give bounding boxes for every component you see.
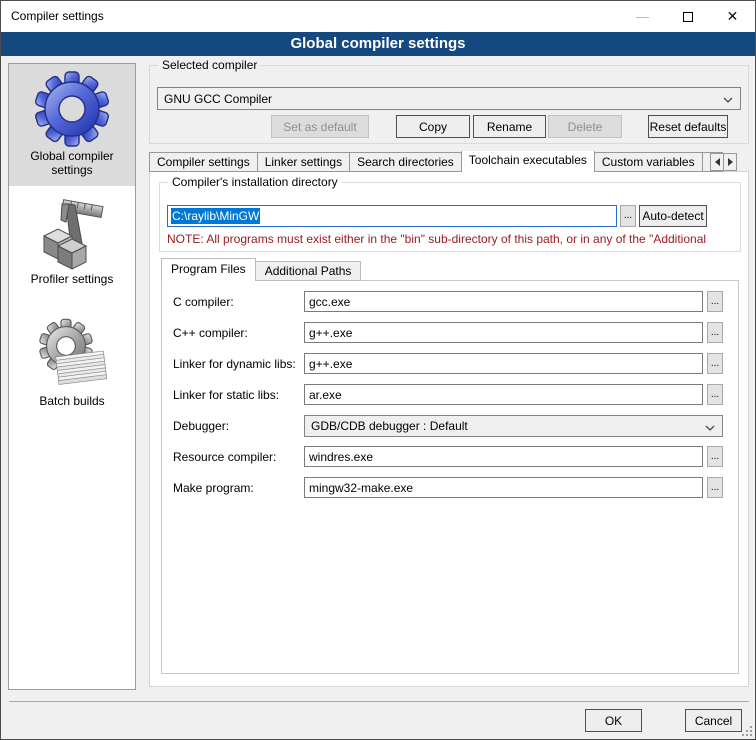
page-title: Global compiler settings [1, 32, 755, 56]
sidebar-item-label: Global compiler settings [22, 149, 122, 177]
selected-text: C:\raylib\MinGW [171, 208, 260, 224]
installation-directory-input[interactable]: C:\raylib\MinGW [167, 205, 617, 227]
maximize-icon[interactable] [665, 1, 710, 32]
resource-compiler-label: Resource compiler: [173, 450, 303, 464]
c-compiler-label: C compiler: [173, 295, 303, 309]
minimize-icon: — [620, 1, 665, 32]
delete-button[interactable]: Delete [548, 115, 622, 138]
cpp-compiler-input[interactable] [304, 322, 703, 343]
copy-button[interactable]: Copy [396, 115, 470, 138]
make-program-browse-button[interactable]: ... [707, 477, 723, 498]
gear-stack-icon [32, 314, 112, 394]
c-compiler-input[interactable] [304, 291, 703, 312]
titlebar[interactable]: Compiler settings — ✕ [1, 1, 755, 32]
sidebar-item-label: Profiler settings [9, 272, 135, 286]
auto-detect-button[interactable]: Auto-detect [639, 205, 707, 227]
sidebar-item-label: Batch builds [9, 394, 135, 408]
footer-divider [9, 701, 749, 702]
sidebar-item-global-compiler-settings[interactable]: Global compiler settings [9, 64, 135, 186]
tab-scroll-buttons [711, 153, 737, 171]
linker-static-browse-button[interactable]: ... [707, 384, 723, 405]
caliper-icon [32, 192, 112, 272]
make-program-label: Make program: [173, 481, 303, 495]
linker-dynamic-input[interactable] [304, 353, 703, 374]
reset-defaults-button[interactable]: Reset defaults [648, 115, 728, 138]
linker-dynamic-browse-button[interactable]: ... [707, 353, 723, 374]
browse-directory-button[interactable]: ... [620, 205, 636, 227]
tab-scroll-right-icon[interactable] [723, 153, 737, 171]
tab-additional-paths[interactable]: Additional Paths [255, 261, 362, 281]
debugger-select[interactable]: GDB/CDB debugger : Default [304, 415, 723, 437]
set-as-default-button[interactable]: Set as default [271, 115, 369, 138]
resource-compiler-input[interactable] [304, 446, 703, 467]
group-legend: Compiler's installation directory [168, 175, 342, 189]
program-tabstrip: Program Files Additional Paths [161, 259, 360, 281]
linker-dynamic-label: Linker for dynamic libs: [173, 357, 303, 371]
rename-button[interactable]: Rename [473, 115, 546, 138]
blue-gear-icon [32, 69, 112, 149]
c-compiler-browse-button[interactable]: ... [707, 291, 723, 312]
window-title: Compiler settings [11, 1, 104, 32]
compiler-settings-dialog: Compiler settings — ✕ Global compiler se… [0, 0, 756, 740]
close-icon[interactable]: ✕ [710, 1, 755, 32]
cancel-button[interactable]: Cancel [685, 709, 742, 732]
cpp-compiler-browse-button[interactable]: ... [707, 322, 723, 343]
tab-program-files[interactable]: Program Files [161, 258, 256, 281]
resize-grip-icon[interactable] [742, 726, 752, 736]
ok-button[interactable]: OK [585, 709, 642, 732]
settings-tabstrip: Compiler settings Linker settings Search… [149, 151, 723, 172]
linker-static-input[interactable] [304, 384, 703, 405]
cpp-compiler-label: C++ compiler: [173, 326, 303, 340]
tab-linker-settings[interactable]: Linker settings [257, 152, 350, 172]
chevron-down-icon [705, 425, 715, 431]
sidebar-item-profiler-settings[interactable]: Profiler settings [9, 186, 135, 286]
debugger-label: Debugger: [173, 419, 303, 433]
group-legend: Selected compiler [158, 58, 261, 72]
settings-category-list: Global compiler settings [8, 63, 136, 690]
make-program-input[interactable] [304, 477, 703, 498]
chevron-down-icon [723, 97, 733, 103]
compiler-select[interactable]: GNU GCC Compiler [157, 87, 741, 110]
tab-custom-variables[interactable]: Custom variables [594, 152, 703, 172]
debugger-select-value: GDB/CDB debugger : Default [311, 419, 468, 433]
sidebar-item-batch-builds[interactable]: Batch builds [9, 286, 135, 408]
linker-static-label: Linker for static libs: [173, 388, 303, 402]
note-text: NOTE: All programs must exist either in … [167, 232, 733, 246]
tab-compiler-settings[interactable]: Compiler settings [149, 152, 258, 172]
tab-toolchain-executables[interactable]: Toolchain executables [461, 151, 595, 172]
resource-compiler-browse-button[interactable]: ... [707, 446, 723, 467]
tab-search-directories[interactable]: Search directories [349, 152, 462, 172]
tab-scroll-left-icon[interactable] [710, 153, 724, 171]
compiler-select-value: GNU GCC Compiler [164, 92, 272, 106]
